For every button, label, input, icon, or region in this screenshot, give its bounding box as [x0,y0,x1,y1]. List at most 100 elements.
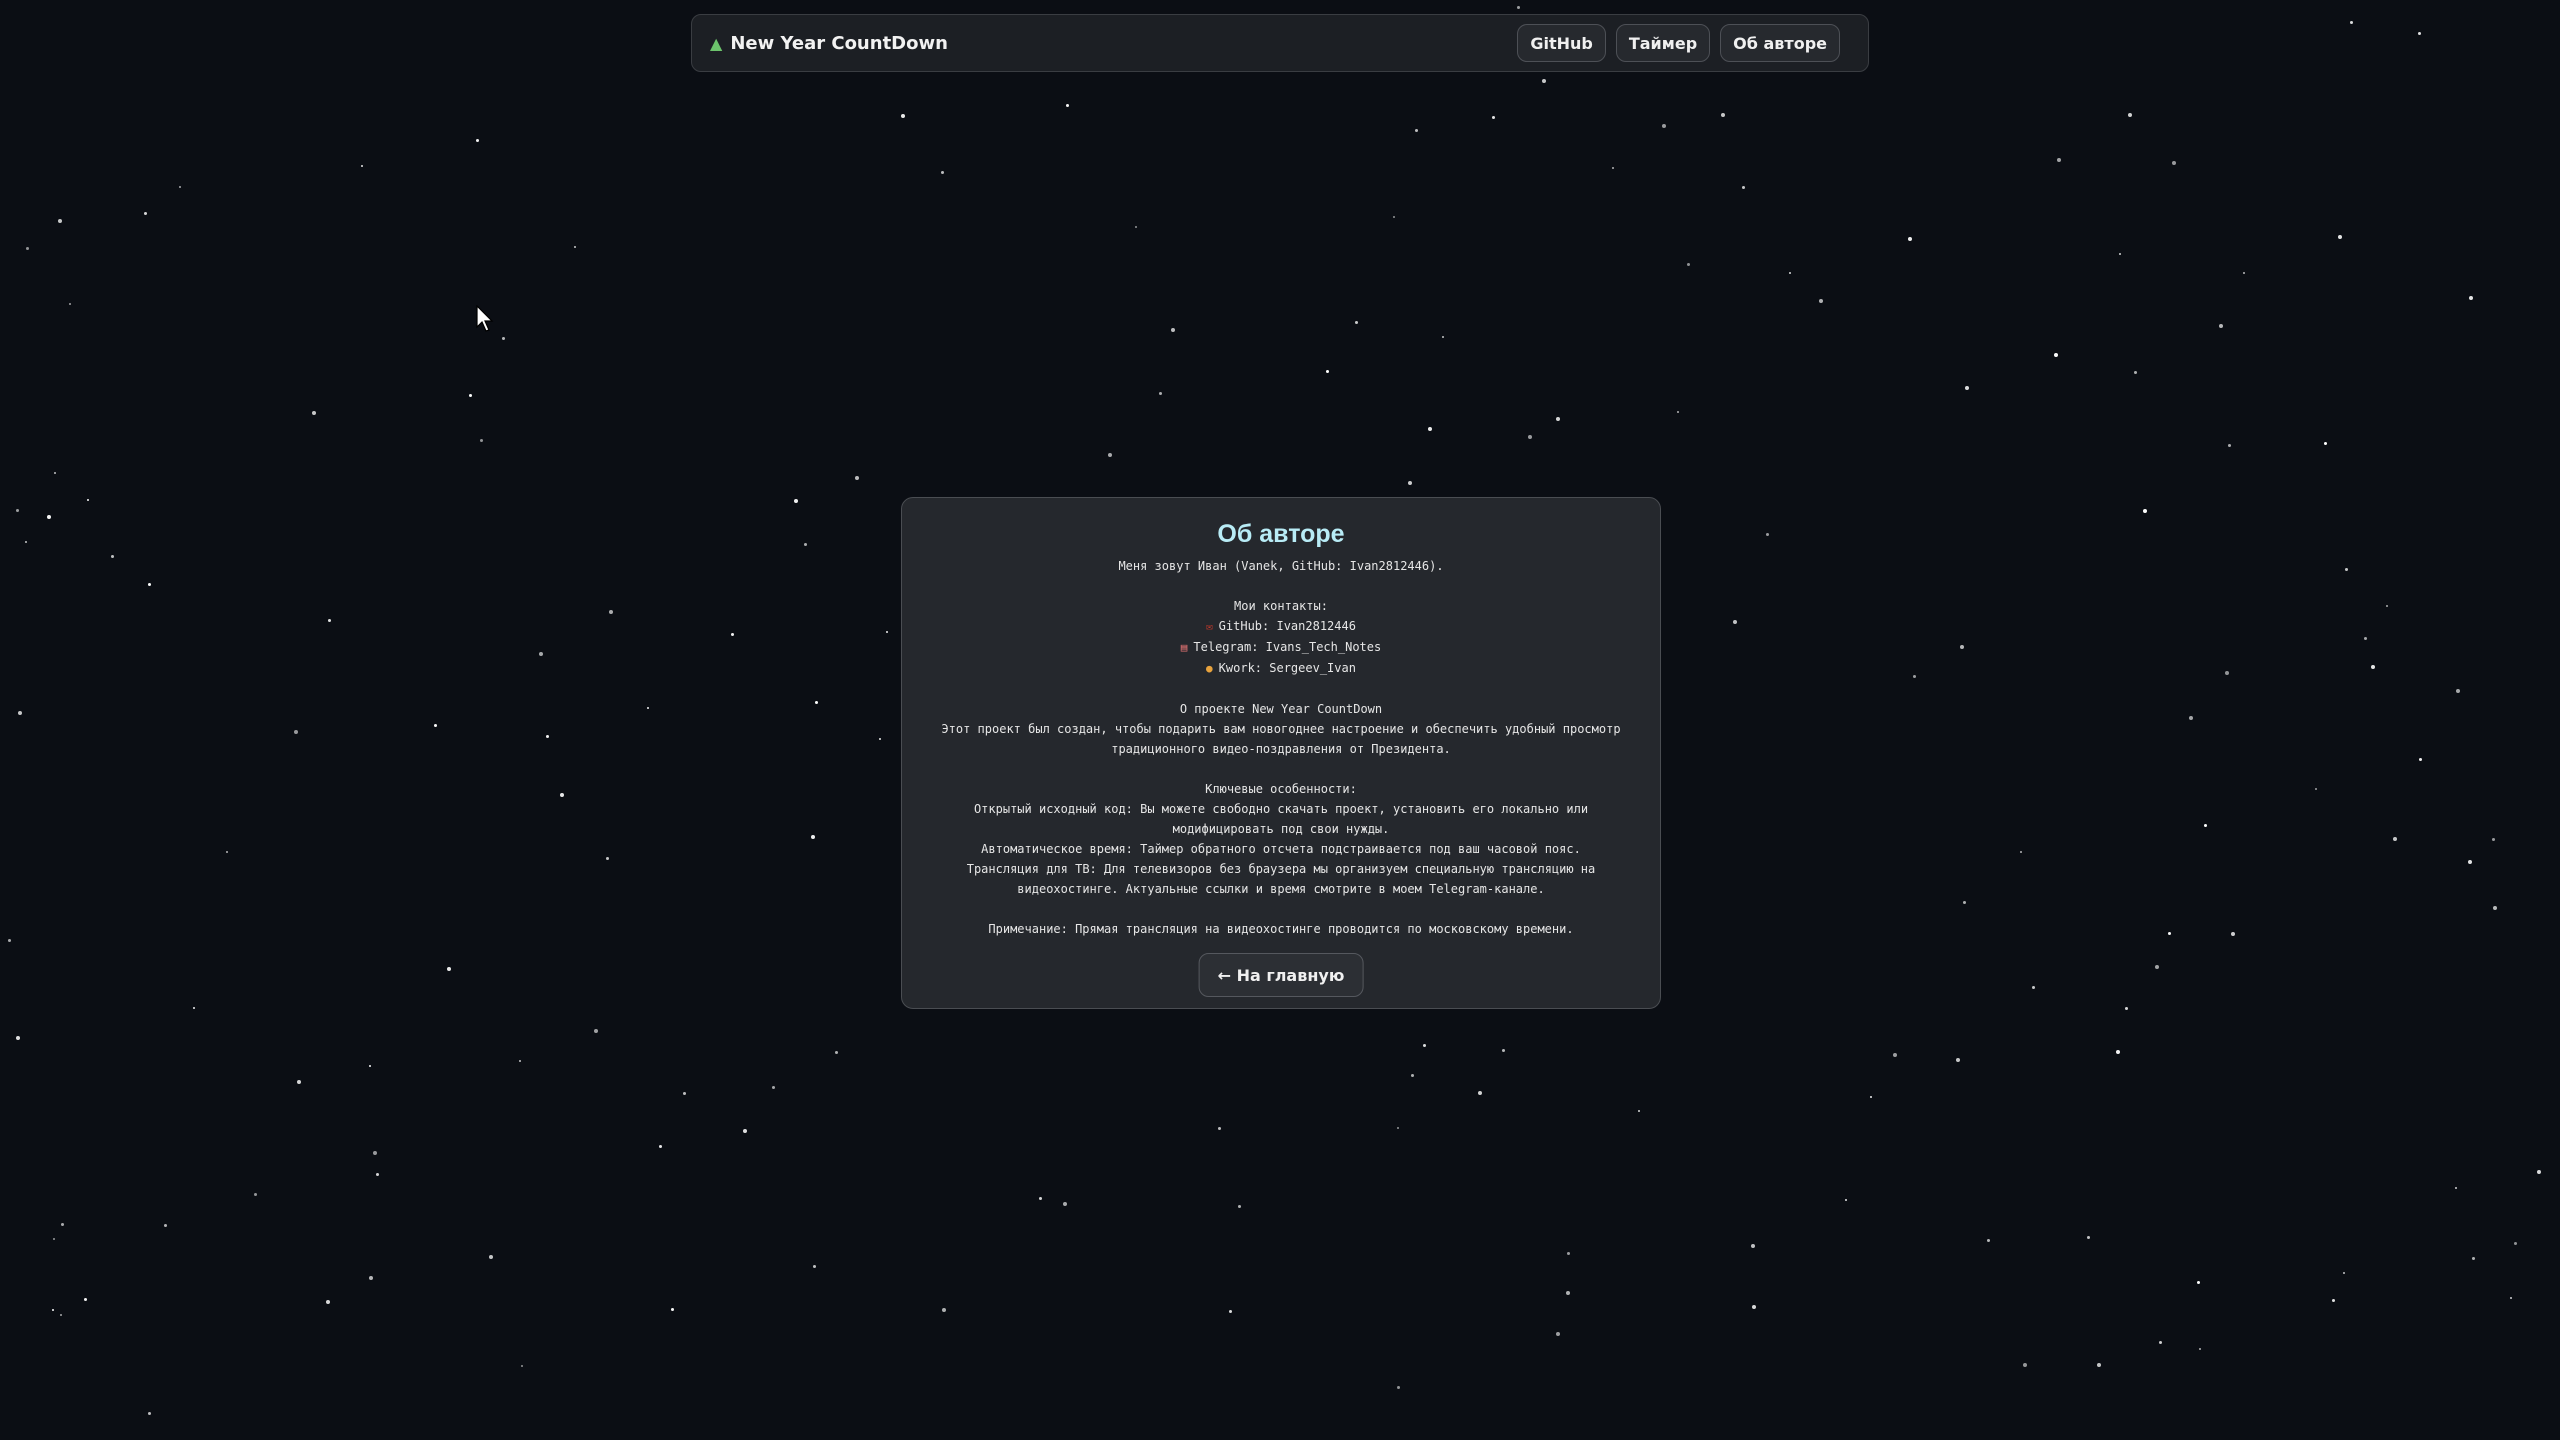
star [369,1065,371,1067]
back-home-button[interactable]: ← На главную [1198,953,1364,997]
star [1956,1058,1960,1062]
star [18,711,22,715]
star [2020,851,2022,853]
star [111,555,114,558]
star [2338,235,2342,239]
star [1393,216,1395,218]
star [1965,386,1969,390]
star [2419,758,2422,761]
star [879,738,881,740]
star [683,1092,686,1095]
about-card: Об авторе Меня зовут Иван (Vanek, GitHub… [901,497,1661,1009]
star [1677,411,1679,413]
nav-github-button[interactable]: GitHub [1517,24,1606,62]
star [941,171,944,174]
star [2364,637,2367,640]
christmas-tree-icon: ▲ [710,33,723,53]
star [1135,226,1137,228]
star [2393,837,2397,841]
contact-item-telegram[interactable]: ▤ Telegram: Ivans_Tech_Notes [902,637,1660,658]
nav-about-button[interactable]: Об авторе [1720,24,1840,62]
star [60,1314,62,1316]
star [502,337,505,340]
brand[interactable]: ▲ New Year CountDown [710,33,948,54]
star [2386,605,2388,607]
contact-item-github[interactable]: ✉ GitHub: Ivan2812446 [902,616,1660,637]
star [2345,568,2348,571]
star [1960,645,1964,649]
contact-text: GitHub: Ivan2812446 [1218,619,1356,633]
star [2418,32,2421,35]
star [2492,838,2495,841]
star [1870,1096,1872,1098]
star [1171,328,1175,332]
star [2324,442,2327,445]
mouse-cursor-icon [476,305,494,332]
star [434,724,437,727]
star [58,219,62,223]
star [480,439,483,442]
contacts-title: Мои контакты: [1234,599,1328,613]
star [2231,932,2235,936]
star [609,610,613,614]
star [1397,1127,1399,1129]
star [539,652,543,656]
star [2455,1187,2457,1189]
star [476,139,479,142]
star [2128,113,2132,117]
star [2315,788,2317,790]
star [26,247,29,250]
star [886,631,888,633]
star [1638,1110,1640,1112]
star [1742,186,1745,189]
star [2189,716,2193,720]
nav-links: GitHub Таймер Об авторе [1517,24,1840,62]
star [2032,986,2035,989]
star [2125,1007,2128,1010]
star [369,1276,373,1280]
contact-item-kwork[interactable]: ● Kwork: Sergeev_Ivan [902,658,1660,679]
star [942,1308,946,1312]
star [447,967,451,971]
star [489,1255,493,1259]
star [469,394,472,397]
star [373,1151,377,1155]
star [2023,1363,2027,1367]
star [254,1193,257,1196]
star [2057,158,2061,162]
star [193,1007,195,1009]
star [1751,1244,1755,1248]
star [1408,481,1412,485]
star [2343,1272,2345,1274]
star [2168,932,2171,935]
star [2371,665,2375,669]
star [1397,1386,1400,1389]
contact-text: Telegram: Ivans_Tech_Notes [1193,640,1382,654]
star [2469,296,2473,300]
star [855,476,859,480]
star [659,1145,662,1148]
nav-timer-button[interactable]: Таймер [1615,24,1711,62]
star [835,1051,838,1054]
star [16,1036,20,1040]
star [1556,417,1560,421]
star [743,1129,747,1133]
star [2097,1363,2101,1367]
star [2143,509,2147,513]
star [8,939,11,942]
star [2087,1236,2090,1239]
star [2228,444,2231,447]
star [1218,1127,1221,1130]
star [2219,324,2223,328]
star [521,1365,523,1367]
star [1752,1305,1756,1309]
mailbox-icon: ✉ [1206,620,1213,633]
star [1567,1252,1570,1255]
star [2332,1299,2335,1302]
star [1987,1239,1990,1242]
star [2493,906,2497,910]
star [1326,370,1329,373]
star [1721,113,1725,117]
star [47,515,51,519]
star [1478,1091,1482,1095]
